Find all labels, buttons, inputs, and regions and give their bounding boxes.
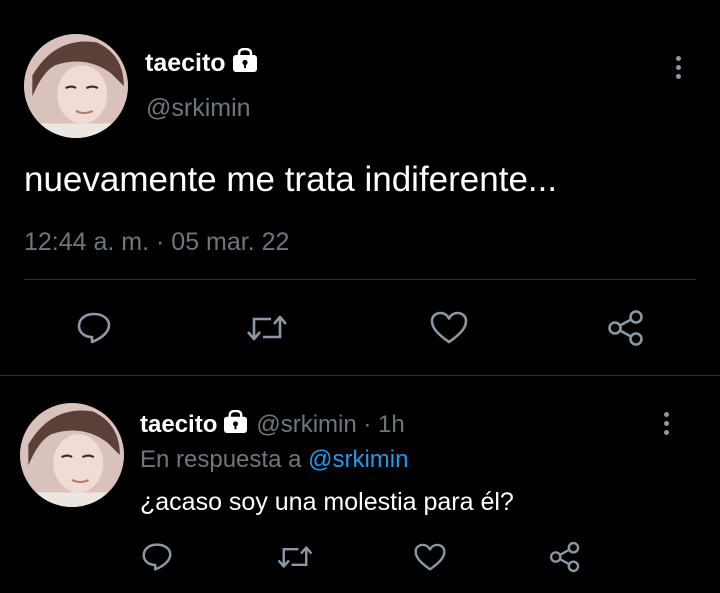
reply-header: taecito @srkimin · 1h: [140, 409, 405, 440]
handle[interactable]: @srkimin: [146, 94, 251, 123]
avatar[interactable]: [24, 34, 128, 138]
display-name[interactable]: taecito: [145, 47, 258, 79]
tweet-text: nuevamente me trata indiferente...: [24, 160, 558, 199]
display-name-text: taecito: [145, 49, 226, 77]
display-name[interactable]: taecito: [140, 409, 248, 440]
more-vertical-icon[interactable]: [663, 412, 669, 435]
share-icon[interactable]: [607, 309, 645, 347]
share-icon[interactable]: [549, 541, 581, 573]
tweet-text: ¿acaso soy una molestia para él?: [140, 488, 514, 516]
lock-icon: [223, 409, 248, 440]
replying-to-link[interactable]: @srkimin: [308, 446, 408, 473]
timestamp[interactable]: 12:44 a. m. · 05 mar. 22: [24, 228, 289, 257]
reply-icon[interactable]: [76, 311, 112, 345]
retweet-icon[interactable]: [276, 543, 314, 571]
retweet-icon[interactable]: [245, 312, 289, 344]
section-divider: [0, 375, 720, 376]
display-name-text: taecito: [140, 411, 218, 438]
avatar[interactable]: [20, 403, 124, 507]
like-icon[interactable]: [430, 311, 468, 345]
more-vertical-icon[interactable]: [675, 56, 681, 79]
divider: [24, 279, 696, 280]
handle-time[interactable]: @srkimin · 1h: [256, 411, 404, 439]
lock-icon: [232, 47, 258, 79]
like-icon[interactable]: [414, 543, 446, 572]
replying-to-line: En respuesta a @srkimin: [140, 446, 408, 474]
replying-prefix: En respuesta a: [140, 446, 302, 473]
reply-icon[interactable]: [141, 542, 173, 572]
